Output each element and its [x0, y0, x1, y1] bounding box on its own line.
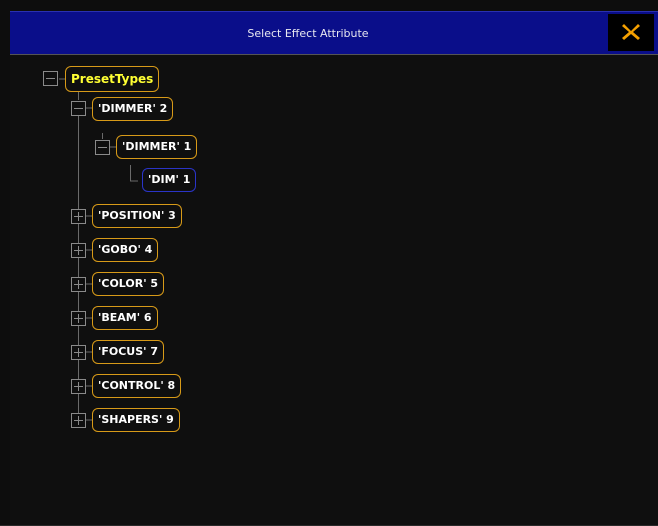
dialog-title: Select Effect Attribute: [247, 27, 369, 40]
tree-node-shapers-9[interactable]: 'SHAPERS' 9: [92, 408, 180, 432]
plus-box-icon: [71, 277, 86, 292]
tree-node-color-5[interactable]: 'COLOR' 5: [92, 272, 165, 296]
close-button[interactable]: [608, 14, 654, 51]
minus-box-icon: [95, 140, 110, 155]
attribute-tree-panel: PresetTypes 'DIMMER' 2 'DIMMER' 1 'DIM' …: [10, 54, 658, 525]
plus-box-icon: [71, 345, 86, 360]
tree-node-focus-7[interactable]: 'FOCUS' 7: [92, 340, 165, 364]
tree-node-beam-6[interactable]: 'BEAM' 6: [92, 306, 158, 330]
close-x-icon: [622, 24, 640, 40]
expand-toggle-focus-7[interactable]: [71, 345, 86, 360]
tree-node-gobo-4[interactable]: 'GOBO' 4: [92, 238, 159, 262]
tree-node-dimmer-1[interactable]: 'DIMMER' 1: [116, 135, 198, 159]
minus-box-icon: [71, 101, 86, 116]
collapse-toggle-dimmer-2[interactable]: [71, 101, 86, 116]
plus-box-icon: [71, 209, 86, 224]
title-bar: Select Effect Attribute: [10, 11, 658, 54]
plus-box-icon: [71, 379, 86, 394]
collapse-toggle-dimmer-1[interactable]: [95, 140, 110, 155]
expand-toggle-color-5[interactable]: [71, 277, 86, 292]
plus-box-icon: [71, 243, 86, 258]
expand-toggle-gobo-4[interactable]: [71, 243, 86, 258]
expand-toggle-beam-6[interactable]: [71, 311, 86, 326]
expand-toggle-control-8[interactable]: [71, 379, 86, 394]
tree-node-preset-types[interactable]: PresetTypes: [65, 66, 160, 92]
tree-node-position-3[interactable]: 'POSITION' 3: [92, 204, 182, 228]
plus-box-icon: [71, 311, 86, 326]
expand-toggle-shapers-9[interactable]: [71, 413, 86, 428]
collapse-toggle-root[interactable]: [43, 71, 58, 86]
expand-toggle-position-3[interactable]: [71, 209, 86, 224]
tree-node-dimmer-2[interactable]: 'DIMMER' 2: [92, 97, 174, 121]
select-effect-attribute-dialog: Select Effect Attribute PresetTypes 'DIM…: [0, 0, 658, 525]
tree-node-dim-1[interactable]: 'DIM' 1: [142, 168, 197, 192]
tree-node-control-8[interactable]: 'CONTROL' 8: [92, 374, 182, 398]
minus-box-icon: [43, 71, 58, 86]
plus-box-icon: [71, 413, 86, 428]
